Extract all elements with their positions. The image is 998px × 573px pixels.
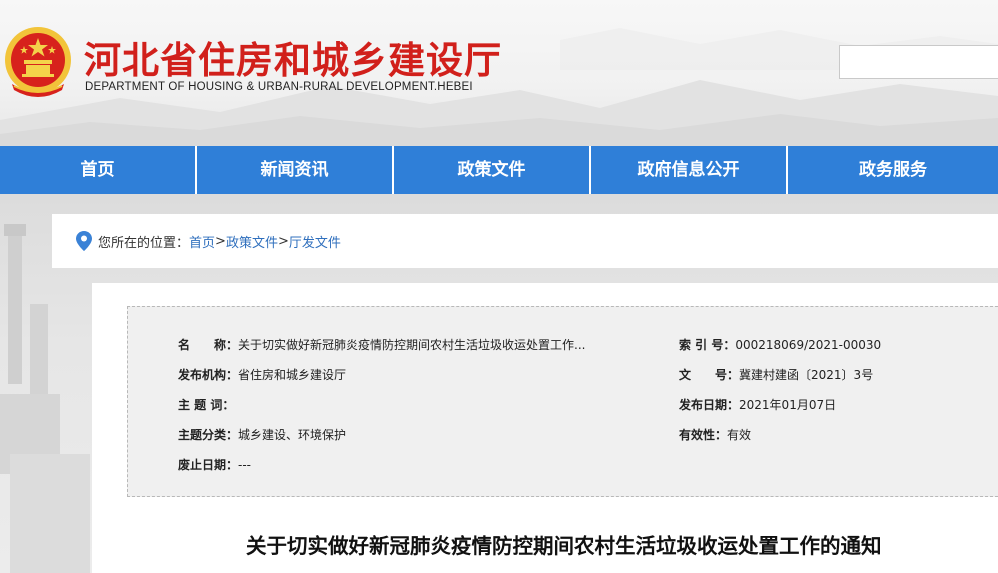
breadcrumb-separator: > (215, 233, 226, 249)
meta-issuer-value: 省住房和城乡建设厅 (238, 368, 347, 382)
meta-name-row: 名 称：关于切实做好新冠肺炎疫情防控期间农村生活垃圾收运处置工作... (178, 336, 585, 353)
national-emblem-icon (5, 27, 71, 97)
document-metadata: 名 称：关于切实做好新冠肺炎疫情防控期间农村生活垃圾收运处置工作... 索 引 … (127, 306, 998, 497)
meta-validity-row: 有效性：有效 (679, 426, 751, 443)
nav-government-info[interactable]: 政府信息公开 (591, 146, 788, 194)
meta-name-label: 名 称： (178, 338, 239, 352)
nav-home[interactable]: 首页 (0, 146, 197, 194)
meta-category-row: 主题分类：城乡建设、环境保护 (178, 426, 346, 443)
location-pin-icon (76, 231, 92, 251)
breadcrumb-separator: > (277, 233, 289, 249)
meta-expiry-label: 废止日期： (178, 458, 239, 472)
breadcrumb: 您所在的位置： 首页 > 政策文件 > 厅发文件 (52, 214, 998, 268)
site-header: 河北省住房和城乡建设厅 DEPARTMENT OF HOUSING & URBA… (0, 0, 998, 146)
meta-category-label: 主题分类： (178, 428, 239, 442)
meta-keywords-row: 主 题 词： (178, 396, 234, 413)
site-title: 河北省住房和城乡建设厅 (84, 39, 502, 82)
meta-issuer-label: 发布机构： (178, 368, 239, 382)
meta-issuer-row: 发布机构：省住房和城乡建设厅 (178, 366, 346, 383)
meta-date-value: 2021年01月07日 (739, 398, 837, 412)
meta-category-value: 城乡建设、环境保护 (238, 428, 347, 442)
breadcrumb-department-docs-link[interactable]: 厅发文件 (289, 232, 341, 251)
meta-keywords-label: 主 题 词： (178, 398, 235, 412)
main-navigation: 首页 新闻资讯 政策文件 政府信息公开 政务服务 (0, 146, 998, 194)
meta-validity-label: 有效性： (679, 428, 728, 442)
breadcrumb-prefix: 您所在的位置： (98, 235, 190, 251)
meta-docno-label: 文 号： (679, 368, 740, 382)
meta-date-row: 发布日期：2021年01月07日 (679, 396, 836, 413)
nav-policy-documents[interactable]: 政策文件 (394, 146, 591, 194)
meta-index-row: 索 引 号：000218069/2021-00030 (679, 336, 881, 353)
meta-index-value: 000218069/2021-00030 (735, 338, 882, 352)
nav-government-services[interactable]: 政务服务 (788, 146, 998, 194)
meta-expiry-row: 废止日期：--- (178, 456, 251, 473)
breadcrumb-policy-link[interactable]: 政策文件 (226, 232, 278, 251)
breadcrumb-home-link[interactable]: 首页 (189, 232, 215, 251)
nav-news[interactable]: 新闻资讯 (197, 146, 394, 194)
site-title-english: DEPARTMENT OF HOUSING & URBAN-RURAL DEVE… (85, 81, 473, 93)
search-input[interactable] (839, 45, 998, 79)
meta-date-label: 发布日期： (679, 398, 740, 412)
meta-expiry-value: --- (238, 458, 252, 472)
meta-name-value: 关于切实做好新冠肺炎疫情防控期间农村生活垃圾收运处置工作... (238, 338, 586, 352)
meta-validity-value: 有效 (727, 428, 752, 442)
document-title: 关于切实做好新冠肺炎疫情防控期间农村生活垃圾收运处置工作的通知 (246, 534, 882, 558)
meta-docno-value: 冀建村建函〔2021〕3号 (739, 368, 874, 382)
meta-docno-row: 文 号：冀建村建函〔2021〕3号 (679, 366, 873, 383)
meta-index-label: 索 引 号： (679, 338, 736, 352)
